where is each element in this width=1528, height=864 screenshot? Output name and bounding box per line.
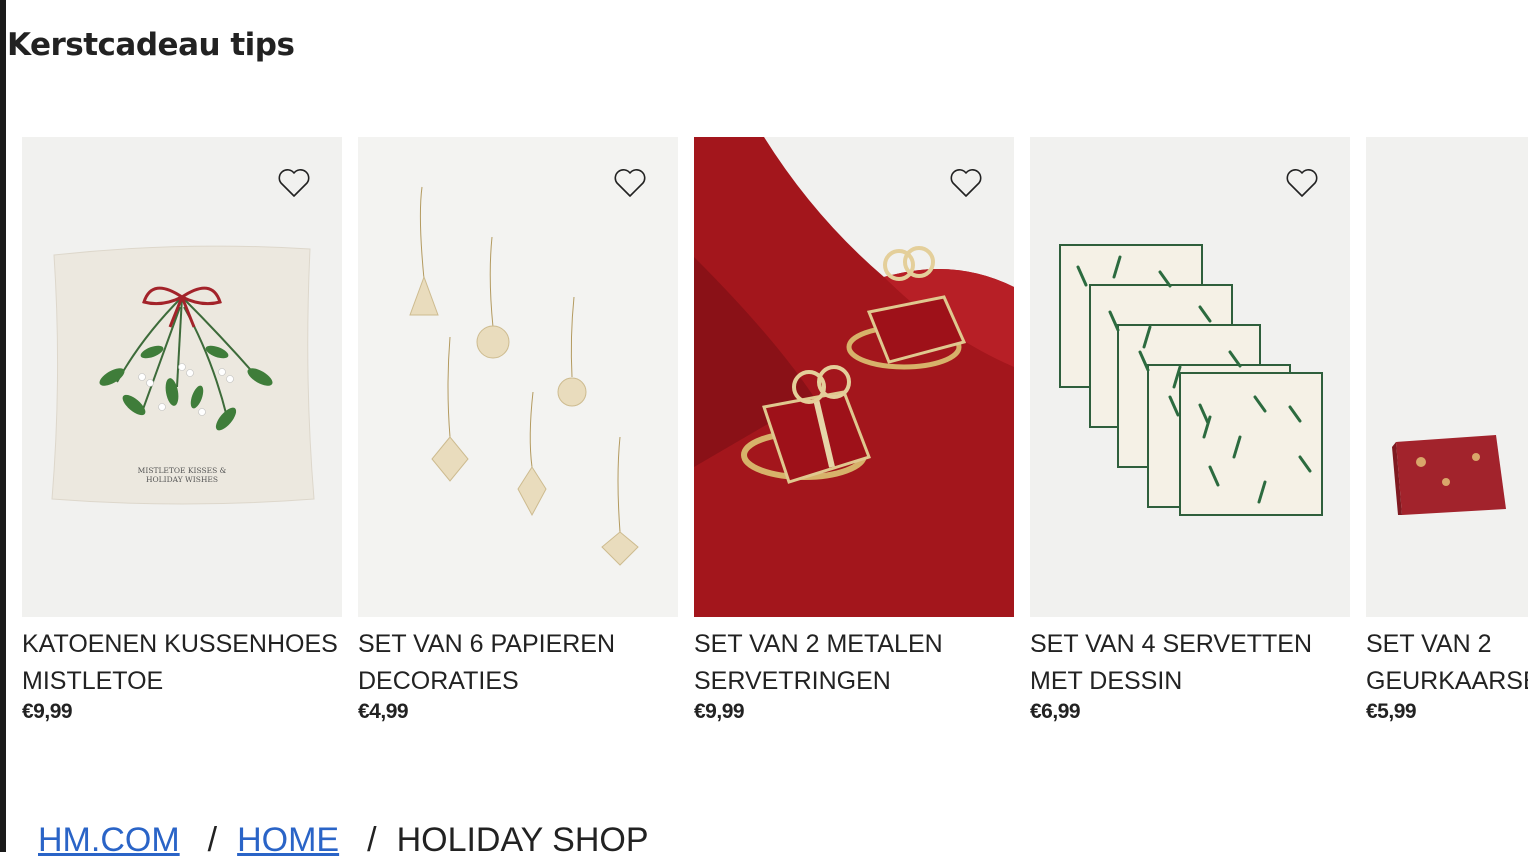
product-price: €4,99 [358, 700, 409, 723]
product-carousel: MISTLETOE KISSES & HOLIDAY WISHES KATOEN… [22, 137, 1528, 737]
product-price: €5,99 [1366, 700, 1417, 723]
breadcrumb-current: HOLIDAY SHOP [396, 821, 649, 859]
favorite-button[interactable] [948, 165, 984, 201]
scented-candles-image [1366, 137, 1528, 617]
breadcrumb-separator: / [207, 821, 218, 859]
product-name[interactable]: SET VAN 2 GEURKAARSEN [1366, 626, 1528, 700]
favorite-button[interactable] [276, 165, 312, 201]
product-name-line2[interactable]: MISTLETOE [22, 663, 342, 700]
product-name-line2[interactable]: DECORATIES [358, 663, 678, 700]
product-image[interactable] [1366, 137, 1528, 617]
heart-outline-icon [614, 169, 646, 197]
product-card-napkins[interactable]: SET VAN 4 SERVETTEN MET DESSIN €6,99 [1030, 137, 1350, 724]
window-edge [0, 0, 6, 852]
product-name-line2[interactable]: GEURKAARSEN [1366, 663, 1528, 700]
product-card-scented-candles[interactable]: SET VAN 2 GEURKAARSEN €5,99 [1366, 137, 1528, 724]
product-image[interactable] [694, 137, 1014, 617]
product-name-line1[interactable]: SET VAN 4 SERVETTEN [1030, 626, 1350, 663]
breadcrumb-separator: / [367, 821, 377, 859]
section-title: Kerstcadeau tips [7, 27, 295, 63]
product-name-line1[interactable]: SET VAN 2 [1366, 626, 1528, 663]
product-price: €9,99 [694, 700, 745, 723]
favorite-button[interactable] [1284, 165, 1320, 201]
heart-outline-icon [1286, 169, 1318, 197]
heart-outline-icon [278, 169, 310, 197]
product-price: €9,99 [22, 700, 73, 723]
product-image[interactable] [358, 137, 678, 617]
product-name[interactable]: KATOENEN KUSSENHOES MISTLETOE [22, 626, 342, 700]
product-name-line1[interactable]: SET VAN 2 METALEN [694, 626, 1014, 663]
product-image[interactable] [1030, 137, 1350, 617]
cushion-print-line1: MISTLETOE KISSES & [138, 466, 227, 475]
product-card-napkin-rings[interactable]: SET VAN 2 METALEN SERVETRINGEN €9,99 [694, 137, 1014, 724]
product-name[interactable]: SET VAN 4 SERVETTEN MET DESSIN [1030, 626, 1350, 700]
product-name-line2[interactable]: MET DESSIN [1030, 663, 1350, 700]
cushion-image: MISTLETOE KISSES & HOLIDAY WISHES [22, 137, 342, 617]
product-name-line1[interactable]: SET VAN 6 PAPIEREN [358, 626, 678, 663]
product-card-cushion-cover[interactable]: MISTLETOE KISSES & HOLIDAY WISHES KATOEN… [22, 137, 342, 724]
favorite-button[interactable] [612, 165, 648, 201]
product-name[interactable]: SET VAN 2 METALEN SERVETRINGEN [694, 626, 1014, 700]
product-image[interactable]: MISTLETOE KISSES & HOLIDAY WISHES [22, 137, 342, 617]
cushion-print-line2: HOLIDAY WISHES [146, 475, 218, 484]
breadcrumb-link-hm[interactable]: HM.COM [38, 821, 180, 859]
product-name-line1[interactable]: KATOENEN KUSSENHOES [22, 626, 342, 663]
heart-outline-icon [950, 169, 982, 197]
product-price: €6,99 [1030, 700, 1081, 723]
product-card-paper-decorations[interactable]: SET VAN 6 PAPIEREN DECORATIES €4,99 [358, 137, 678, 724]
napkin-rings-image [694, 137, 1014, 617]
product-name-line2[interactable]: SERVETRINGEN [694, 663, 1014, 700]
breadcrumb-link-home[interactable]: HOME [237, 821, 339, 859]
product-name[interactable]: SET VAN 6 PAPIEREN DECORATIES [358, 626, 678, 700]
breadcrumb: HM.COM / HOME / HOLIDAY SHOP [38, 816, 649, 864]
napkins-image [1030, 137, 1350, 617]
paper-decorations-image [358, 137, 678, 617]
